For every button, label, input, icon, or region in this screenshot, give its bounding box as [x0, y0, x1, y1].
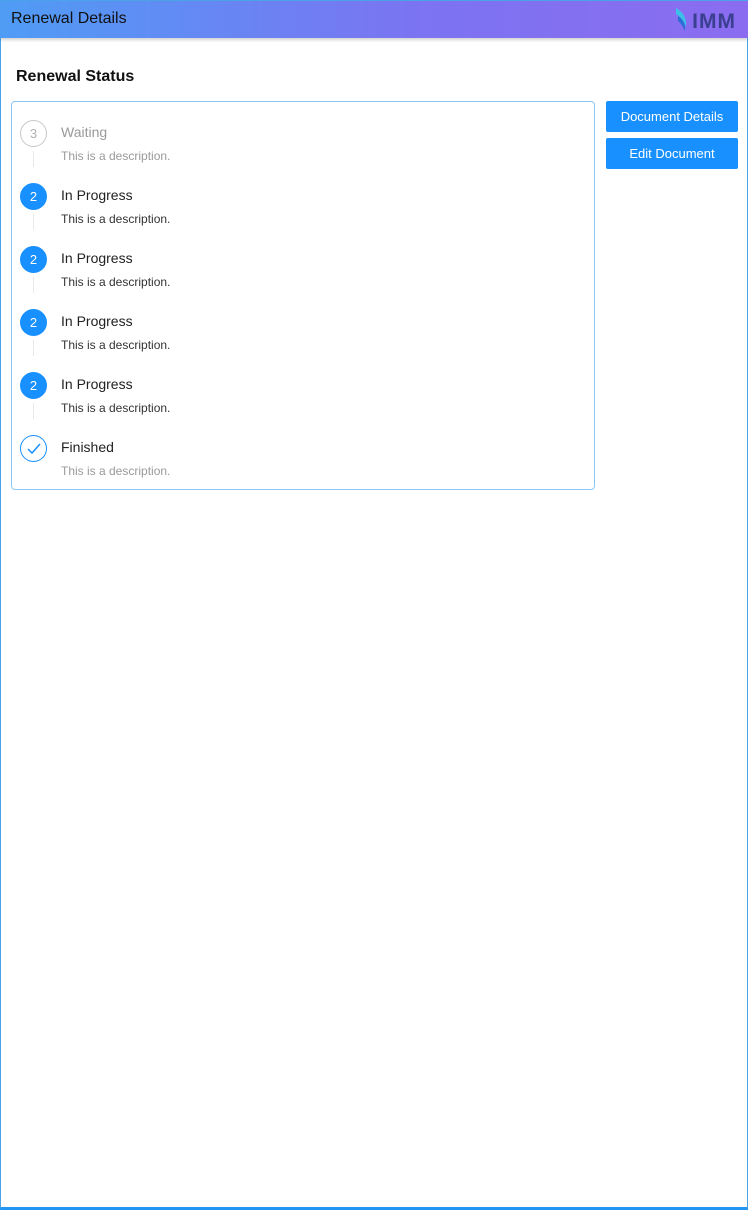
step-description: This is a description.	[61, 149, 171, 163]
checkmark-icon	[20, 435, 47, 462]
document-details-button[interactable]: Document Details	[606, 101, 738, 132]
leaf-mark-icon	[676, 8, 687, 31]
step-connector	[33, 151, 34, 167]
step-title: Waiting	[61, 124, 108, 140]
step-connector	[33, 403, 34, 419]
brand-logo: IMM	[674, 6, 736, 34]
step-description: This is a description.	[61, 338, 171, 352]
step-item: 2 In Progress This is a description.	[12, 362, 594, 425]
step-title: In Progress	[61, 187, 133, 203]
edit-document-button[interactable]: Edit Document	[606, 138, 738, 169]
checkmark-icon	[26, 443, 41, 454]
step-item: 2 In Progress This is a description.	[12, 236, 594, 299]
page-title: Renewal Details	[11, 10, 127, 27]
steps-panel: 3 Waiting This is a description. 2 In Pr…	[11, 101, 595, 490]
step-item: 2 In Progress This is a description.	[12, 299, 594, 362]
logo-text: IMM	[692, 10, 736, 33]
step-description: This is a description.	[61, 401, 171, 415]
step-description: This is a description.	[61, 212, 171, 226]
step-connector	[33, 214, 34, 230]
step-title: In Progress	[61, 250, 133, 266]
step-connector	[33, 277, 34, 293]
section-title: Renewal Status	[16, 68, 135, 85]
step-title: In Progress	[61, 313, 133, 329]
step-number-icon: 3	[20, 120, 47, 147]
step-number-icon: 2	[20, 183, 47, 210]
step-description: This is a description.	[61, 275, 171, 289]
step-title: In Progress	[61, 376, 133, 392]
step-item: 2 In Progress This is a description.	[12, 173, 594, 236]
app-header: Renewal Details IMM	[0, 0, 748, 38]
step-number-icon: 2	[20, 246, 47, 273]
step-number-icon: 2	[20, 309, 47, 336]
step-title: Finished	[61, 439, 114, 455]
step-connector	[33, 340, 34, 356]
step-item: Finished This is a description.	[12, 425, 594, 488]
step-number-icon: 2	[20, 372, 47, 399]
step-description: This is a description.	[61, 464, 171, 478]
step-item: 3 Waiting This is a description.	[12, 110, 594, 173]
